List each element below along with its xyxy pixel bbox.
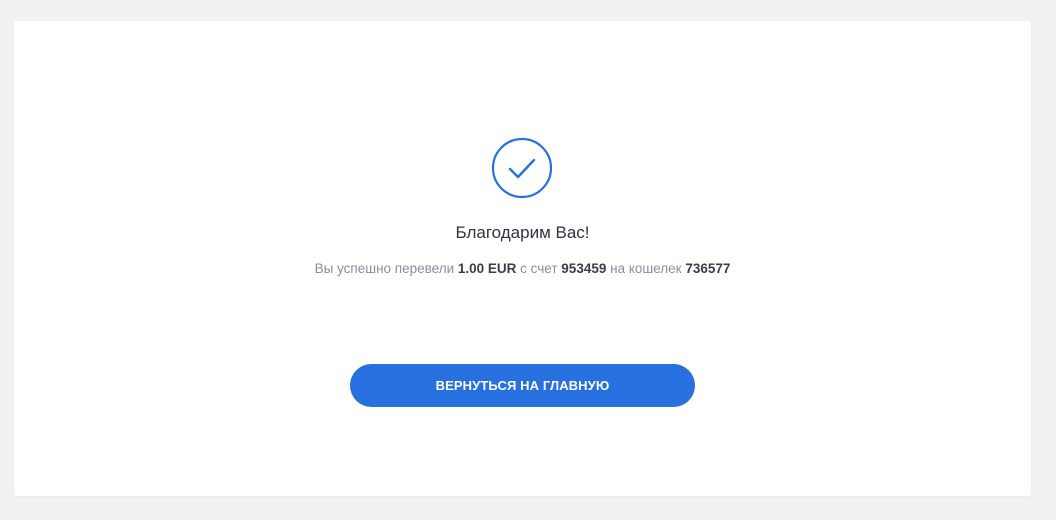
success-message: Вы успешно перевели 1.00 EUR с счет 9534… [14, 261, 1031, 276]
success-title: Благодарим Вас! [455, 223, 590, 242]
back-to-home-button[interactable]: ВЕРНУТЬСЯ НА ГЛАВНУЮ [350, 364, 695, 407]
check-circle-icon [491, 137, 553, 199]
target-wallet: 736577 [685, 261, 731, 276]
message-text-2: с счет [516, 261, 562, 276]
message-text-1: Вы успешно перевели [314, 261, 458, 276]
success-card: Благодарим Вас! Вы успешно перевели 1.00… [14, 21, 1031, 496]
source-account: 953459 [561, 261, 607, 276]
message-text-3: на кошелек [606, 261, 686, 276]
transfer-amount: 1.00 EUR [457, 261, 517, 276]
